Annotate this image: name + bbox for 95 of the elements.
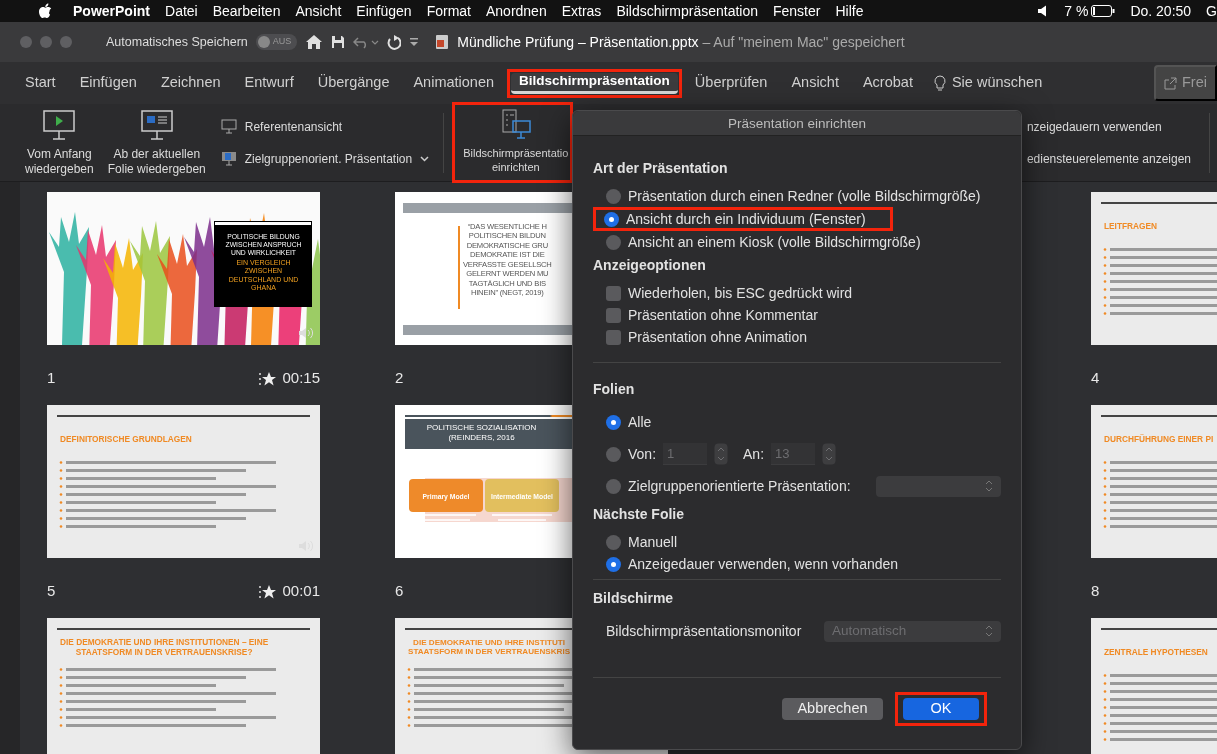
slide-duration: 00:15	[282, 368, 320, 389]
menu-item[interactable]: Einfügen	[356, 0, 412, 22]
setup-screen-icon	[499, 109, 532, 142]
slide-title: DURCHFÜHRUNG EINER PI	[1104, 435, 1214, 445]
play-screen-icon	[43, 109, 76, 142]
user-menu[interactable]: G	[1206, 0, 1217, 22]
slide-title: ZENTRALE HYPOTHESEN	[1104, 648, 1208, 658]
transition-star-icon	[258, 370, 277, 387]
ribbon-button[interactable]: Vom Anfang wiedergeben	[22, 109, 97, 176]
section-heading: Folien	[593, 380, 636, 399]
radio-button[interactable]	[606, 478, 621, 494]
field-label: An:	[743, 444, 765, 464]
checkbox[interactable]	[606, 329, 621, 345]
redo-icon[interactable]	[387, 34, 402, 50]
undo-icon[interactable]	[353, 35, 380, 49]
menu-item[interactable]: Hilfe	[835, 0, 864, 22]
slide-number: 4	[1091, 368, 1100, 389]
window-control[interactable]	[60, 36, 72, 48]
clock[interactable]: Do. 20:50	[1130, 0, 1192, 22]
dialog-title: Präsentation einrichten	[573, 111, 1021, 136]
ribbon-tab[interactable]: Zeichnen	[153, 70, 228, 96]
ribbon-tab[interactable]: Entwurf	[237, 70, 301, 96]
customize-icon[interactable]	[409, 37, 420, 47]
slide-title: DIE DEMOKRATIE UND IHRE INSTITUTI STAATSFORM IN DER VERTRAUENSKRIS	[408, 638, 571, 657]
slide-title: DEFINITORISCHE GRUNDLAGEN	[60, 435, 192, 445]
menu-item[interactable]: Format	[426, 0, 471, 22]
ribbon-tab[interactable]: Acrobat	[855, 70, 920, 96]
save-icon[interactable]	[331, 35, 346, 49]
ribbon-tab[interactable]: Animationen	[406, 70, 502, 96]
chevron-icon	[985, 479, 993, 493]
lightbulb-icon[interactable]	[933, 74, 946, 92]
apple-logo-icon[interactable]	[38, 3, 52, 19]
menu-item[interactable]: Bearbeiten	[212, 0, 281, 22]
dropdown-field[interactable]	[876, 475, 1001, 497]
battery-icon[interactable]	[1091, 5, 1116, 17]
ribbon-tab[interactable]: Start	[18, 70, 63, 96]
radio-button[interactable]	[606, 556, 621, 572]
ribbon-button[interactable]: Referentenansicht	[220, 117, 430, 136]
window-control[interactable]	[20, 36, 32, 48]
node-text-drawing	[492, 513, 552, 523]
ribbon-tab[interactable]: Übergänge	[310, 70, 397, 96]
slide-number: 5	[47, 581, 56, 602]
slide-number: 6	[395, 581, 404, 602]
radio-button[interactable]	[606, 414, 621, 430]
slide-title: DIE DEMOKRATIE UND IHRE INSTITUTIONEN – EINE STAATSFORM IN DER VERTRAUENSKRISE?	[60, 638, 269, 658]
slide-screen-icon	[140, 109, 173, 142]
ribbon-button[interactable]: nzeigedauern verwenden	[1026, 117, 1191, 136]
battery-percentage: 7 %	[1064, 1, 1089, 21]
ribbon-tab[interactable]: Ansicht	[784, 70, 846, 96]
section-heading: Art der Präsentation	[593, 159, 729, 178]
ribbon-tab[interactable]: Einfügen	[72, 70, 144, 96]
menu-item[interactable]: Datei	[165, 0, 198, 22]
slide-title: POLITISCHE SOZIALISATION (REINDERS, 2016	[425, 423, 538, 443]
document-icon	[435, 34, 450, 50]
ribbon-button[interactable]: Zielgruppenorient. Präsentation	[220, 149, 430, 168]
ribbon-button[interactable]: ediensteuerelemente anzeigen	[1026, 149, 1191, 168]
radio-button[interactable]	[606, 234, 621, 250]
slide-number: 2	[395, 368, 404, 389]
screen-icon	[220, 151, 237, 166]
radio-button[interactable]	[606, 446, 621, 462]
window-title: Mündliche Prüfung – Präsentation.pptx – Auf "meinem Mac" gespeichert	[457, 32, 905, 52]
cancel-button[interactable]: Abbrechen	[782, 698, 883, 720]
ok-button[interactable]: OK	[903, 698, 979, 720]
slide-title: LEITFRAGEN	[1104, 222, 1157, 232]
ribbon-button[interactable]: Bildschirmpräsentatio einrichten	[457, 109, 569, 174]
transition-star-icon	[258, 583, 277, 600]
screen-icon	[220, 119, 237, 134]
stepper-icon[interactable]	[714, 443, 729, 465]
menu-item[interactable]: Anordnen	[485, 0, 547, 22]
checkbox[interactable]	[606, 307, 621, 323]
autosave-label: Automatisches Speichern	[106, 33, 248, 51]
menu-item[interactable]: Bildschirmpräsentation	[616, 0, 758, 22]
window-control[interactable]	[40, 36, 52, 48]
chevron-icon	[985, 624, 993, 638]
menu-item[interactable]: Extras	[561, 0, 602, 22]
tell-me-search[interactable]: Sie wünschen	[951, 72, 1043, 94]
radio-button[interactable]	[604, 211, 619, 227]
section-heading: Bildschirme	[593, 589, 675, 608]
app-menu[interactable]: PowerPoint	[73, 0, 150, 22]
radio-button[interactable]	[606, 534, 621, 550]
menu-item[interactable]: Fenster	[773, 0, 821, 22]
stepper-icon[interactable]	[822, 443, 837, 465]
share-icon	[1164, 76, 1177, 90]
checkbox[interactable]	[606, 285, 621, 301]
menu-item[interactable]: Ansicht	[295, 0, 342, 22]
radio-label: Alle	[628, 412, 652, 432]
radio-button[interactable]	[606, 188, 621, 204]
slide-duration: 00:01	[282, 581, 320, 602]
radio-label: Von:	[628, 444, 657, 464]
slide-number: 1	[47, 368, 56, 389]
ribbon-tab[interactable]: Bildschirmpräsentation	[511, 72, 678, 94]
ribbon-button[interactable]: Ab der aktuellen Folie wiedergeben	[104, 109, 209, 176]
ribbon-tab[interactable]: Überprüfen	[687, 70, 775, 96]
home-icon[interactable]	[305, 34, 324, 50]
slide-number: 8	[1091, 581, 1100, 602]
